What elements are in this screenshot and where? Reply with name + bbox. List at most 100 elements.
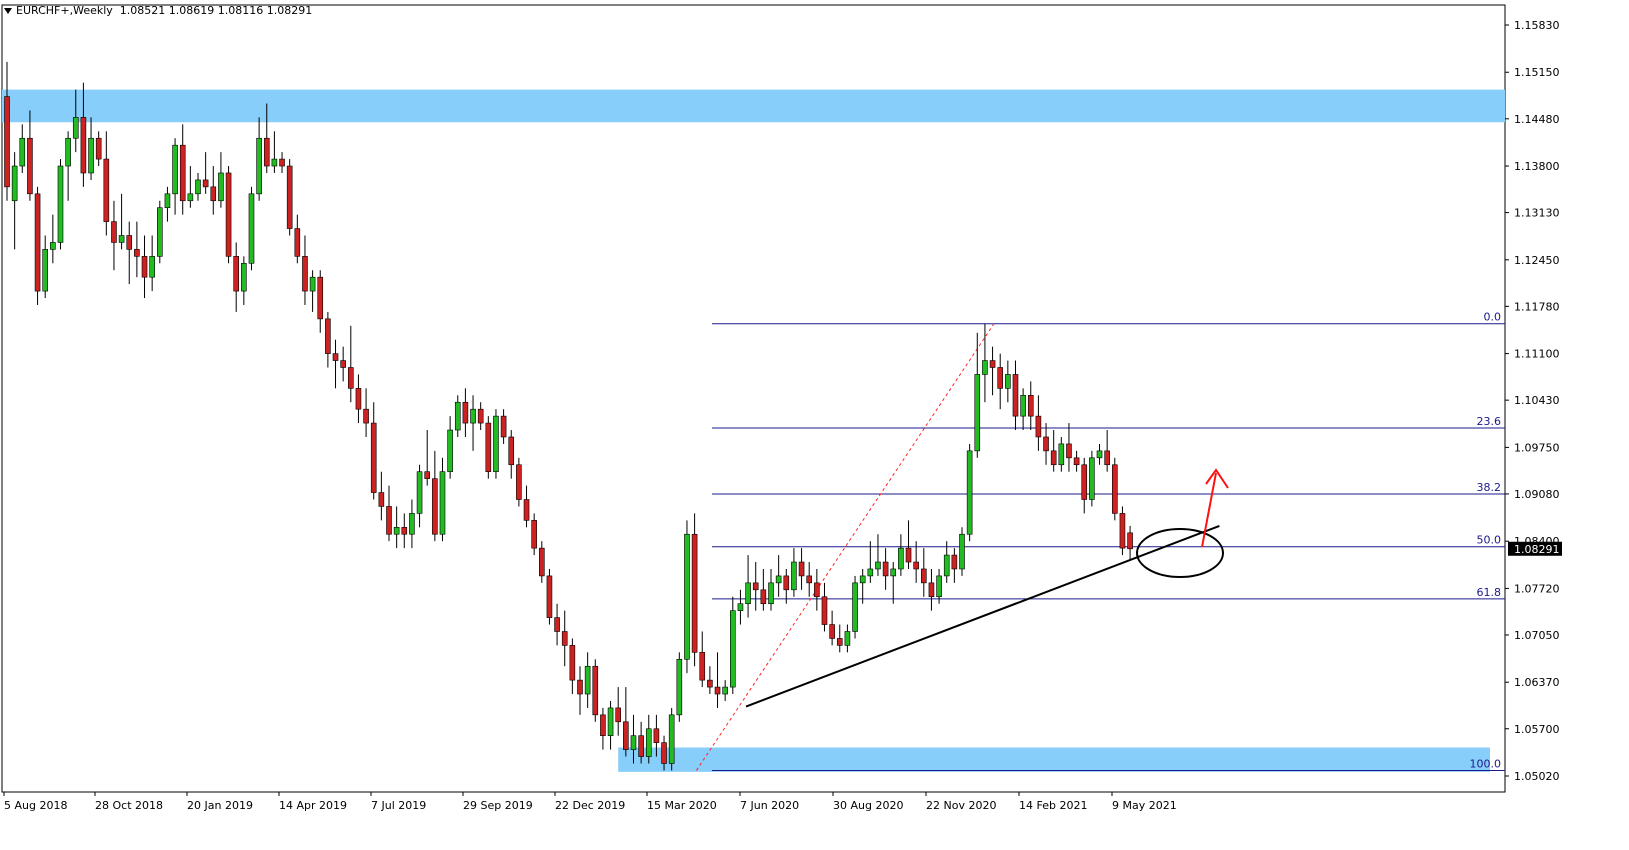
y-tick-label: 1.07720	[1514, 582, 1560, 595]
bear-candle	[1112, 464, 1118, 514]
bear-candle	[882, 561, 889, 577]
y-tick-label: 1.15830	[1514, 19, 1560, 32]
bull-candle	[959, 533, 965, 570]
y-tick-label: 1.11780	[1514, 300, 1560, 313]
bull-candle	[447, 429, 453, 473]
bear-candle	[294, 228, 301, 257]
bull-candle	[11, 165, 18, 202]
plot-frame	[1, 4, 1506, 793]
bear-candle	[615, 707, 622, 723]
bull-candle	[890, 568, 897, 577]
bull-candle	[393, 526, 400, 535]
bear-candle	[1050, 450, 1057, 466]
bear-candle	[806, 575, 813, 584]
bear-candle	[1043, 436, 1049, 452]
bear-candle	[1027, 394, 1034, 417]
bull-candle	[859, 575, 866, 584]
fib-level-label: 23.6	[1477, 415, 1502, 428]
x-tick-label: 15 Mar 2020	[647, 799, 717, 812]
bull-candle	[875, 561, 881, 570]
bear-candle	[286, 165, 293, 229]
bear-candle	[1104, 450, 1110, 466]
bear-candle	[989, 360, 996, 368]
bear-candle	[920, 568, 927, 584]
bull-candle	[684, 533, 690, 660]
fib-level-label: 50.0	[1477, 534, 1502, 547]
fib-level-label: 100.0	[1470, 757, 1502, 770]
y-tick-label: 1.12450	[1514, 254, 1560, 267]
bull-candle	[775, 575, 782, 584]
bear-candle	[126, 235, 133, 250]
bull-candle	[157, 207, 163, 257]
bear-candle	[516, 464, 522, 500]
bear-candle	[432, 478, 438, 535]
bear-candle	[783, 575, 790, 591]
bear-candle	[355, 388, 362, 410]
bear-candle	[798, 561, 805, 577]
bull-candle	[470, 408, 476, 424]
bull-candle	[668, 714, 675, 764]
x-tick-label: 7 Jul 2019	[371, 799, 426, 812]
bear-candle	[95, 137, 102, 160]
bear-candle	[347, 367, 354, 389]
bear-candle	[928, 582, 935, 598]
bull-candle	[439, 471, 446, 535]
y-tick-label: 1.09080	[1514, 488, 1560, 501]
x-tick-label: 22 Dec 2019	[555, 799, 625, 812]
bear-candle	[951, 554, 958, 570]
price-chart[interactable]: 0.0 23.6 38.2 50.0 61.8 100.0 1.15830 1.15150 1.…	[0, 0, 1629, 850]
bull-candle	[42, 249, 49, 292]
bear-candle	[263, 137, 270, 167]
x-tick-label: 22 Nov 2020	[926, 799, 996, 812]
current-price-label: 1.08291	[1514, 543, 1560, 556]
y-tick-label: 1.10430	[1514, 394, 1560, 407]
bull-candle	[309, 276, 316, 292]
bear-candle	[653, 728, 660, 743]
bull-candle	[607, 707, 614, 737]
y-tick-label: 1.05020	[1514, 770, 1560, 783]
x-tick-label: 30 Aug 2020	[833, 799, 903, 812]
bear-candle	[1119, 513, 1126, 549]
bear-candle	[836, 638, 843, 646]
bear-candle	[638, 735, 644, 757]
bear-candle	[225, 172, 232, 257]
bull-candle	[982, 360, 988, 375]
bear-candle	[370, 422, 377, 493]
bull-candle	[1096, 450, 1103, 459]
y-tick-label: 1.09750	[1514, 441, 1560, 454]
bull-candle	[118, 235, 125, 243]
up-arrow-head	[1205, 468, 1229, 489]
bull-candle	[65, 137, 71, 167]
bear-candle	[1035, 415, 1042, 438]
bull-candle	[454, 401, 461, 431]
bear-candle	[401, 526, 408, 535]
bear-candle	[302, 256, 308, 292]
bull-candle	[172, 144, 178, 195]
bear-candle	[424, 471, 431, 479]
bear-candle	[325, 318, 331, 354]
fib-level-label: 61.8	[1477, 586, 1502, 599]
bear-candle	[103, 158, 110, 222]
bear-candle	[1081, 464, 1088, 500]
trendline	[745, 524, 1220, 708]
supply-demand-zone	[2, 89, 1505, 123]
bear-candle	[623, 721, 629, 750]
bear-candle	[317, 276, 324, 320]
bull-candle	[722, 686, 728, 695]
bear-candle	[179, 144, 186, 202]
bear-candle	[27, 137, 33, 195]
bear-candle	[332, 353, 339, 361]
y-tick-label: 1.05700	[1514, 723, 1560, 736]
x-tick-label: 29 Sep 2019	[463, 799, 533, 812]
bear-candle	[600, 714, 606, 737]
y-tick-label: 1.15150	[1514, 66, 1560, 79]
bull-candle	[936, 575, 942, 598]
bear-candle	[821, 596, 828, 625]
bull-candle	[791, 561, 797, 591]
bear-candle	[714, 686, 721, 695]
bear-candle	[997, 367, 1004, 389]
supply-demand-zone	[618, 747, 1490, 772]
bear-candle	[752, 582, 759, 591]
bear-candle	[1012, 374, 1019, 417]
bear-candle	[386, 506, 392, 535]
